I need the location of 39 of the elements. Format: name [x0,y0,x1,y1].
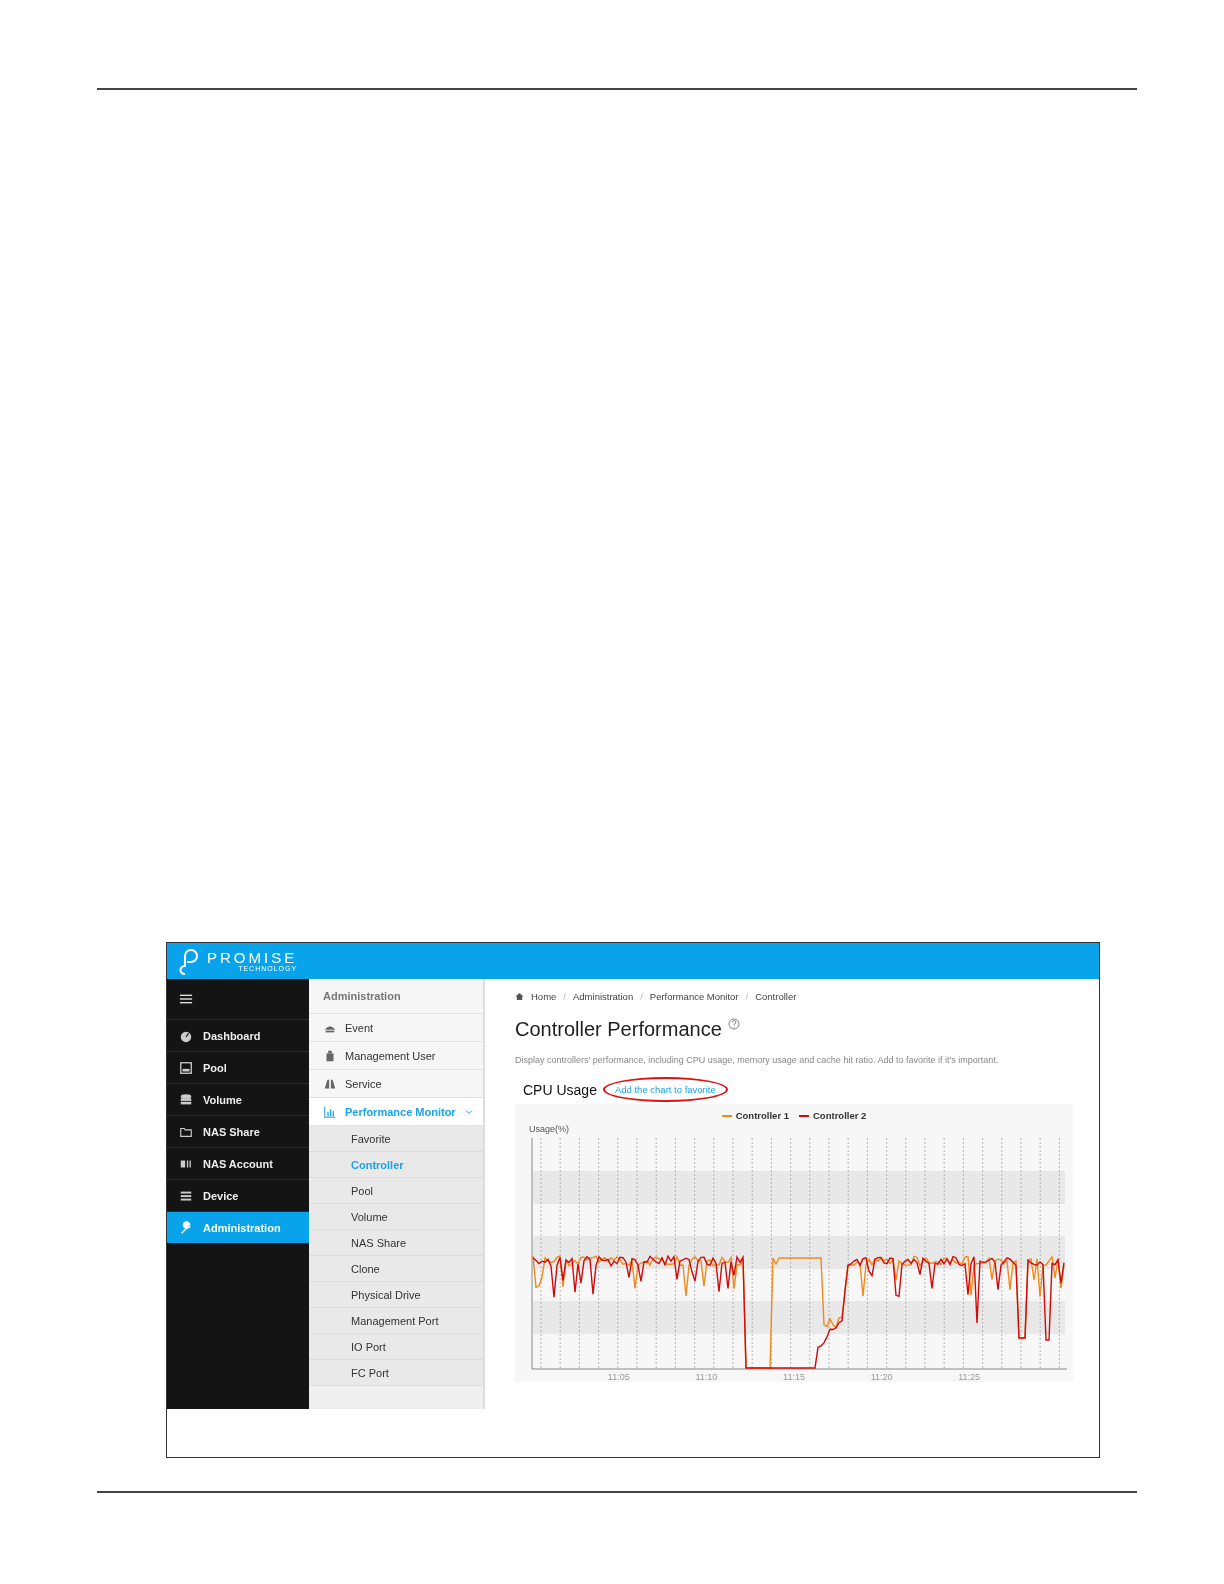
submenu-subitem[interactable]: Management Port [309,1308,483,1334]
axis-tick-label: 11:10 [695,1372,718,1382]
legend-item[interactable]: Controller 2 [799,1110,867,1121]
submenu-subitem[interactable]: NAS Share [309,1230,483,1256]
submenu-subitem[interactable]: Volume [309,1204,483,1230]
submenu-subitem[interactable]: Favorite [309,1126,483,1152]
breadcrumb-link[interactable]: Controller [755,991,797,1002]
axis-tick-label: 11:20 [870,1372,893,1382]
legend-item[interactable]: Controller 1 [721,1110,789,1121]
submenu-subitem[interactable]: Pool [309,1178,483,1204]
submenu-subitem[interactable]: FC Port [309,1360,483,1386]
submenu-item[interactable]: Event [309,1014,483,1042]
submenu-subitem[interactable]: Clone [309,1256,483,1282]
page-description: Display controllers' performance, including CPU usage, memory usage and cache hit ratio. Add to favorite if it's important. [515,1055,1000,1065]
submenu-title: Administration [309,979,483,1014]
database-icon [179,1092,193,1107]
page-title: Controller Performance [515,1018,722,1041]
breadcrumb-separator: / [745,991,749,1002]
home-icon [515,992,524,1001]
breadcrumb-separator: / [563,991,566,1002]
axis-tick-label: 11:25 [958,1372,981,1382]
axis-tick-label: 11:15 [783,1372,805,1382]
submenu-subitem[interactable]: IO Port [309,1334,483,1360]
help-icon[interactable] [727,1018,740,1030]
section-title: CPU Usage [523,1081,597,1098]
menu-icon[interactable] [179,992,193,1006]
submenu-subitem[interactable]: Physical Drive [309,1282,483,1308]
axis-label: Usage(%) [529,1124,570,1134]
breadcrumb-link[interactable]: Home [531,991,557,1002]
breadcrumb-separator: / [640,991,643,1002]
caret-icon [465,1107,473,1116]
breadcrumb-link[interactable]: Performance Monitor [649,991,739,1002]
drive-icon [179,1060,193,1075]
bar-chart-icon [323,1104,337,1119]
axis-tick-label: 11:05 [607,1372,630,1382]
logo-text: PROMISE [207,949,298,965]
breadcrumb-link[interactable]: Administration [573,991,634,1002]
submenu-item[interactable]: Service [309,1070,483,1098]
submenu-item[interactable]: Management User [309,1042,483,1070]
